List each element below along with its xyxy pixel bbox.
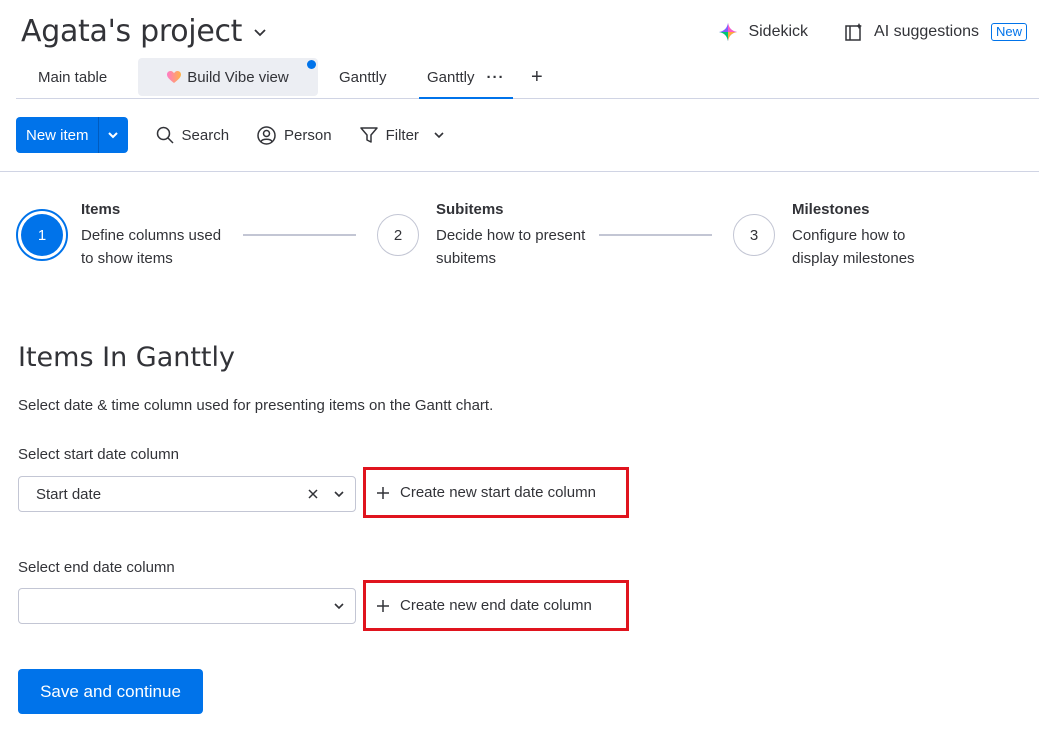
section-description: Select date & time column used for prese… xyxy=(18,397,494,414)
section-title: Items In Ganttly xyxy=(18,342,236,373)
step-number: 2 xyxy=(377,214,419,256)
create-start-date-column-button[interactable]: Create new start date column xyxy=(363,467,629,518)
chevron-down-icon[interactable] xyxy=(333,488,345,500)
project-title-text: Agata's project xyxy=(21,14,243,49)
header-actions: Sidekick AI suggestions New xyxy=(718,22,1027,42)
ai-suggestions-button[interactable]: AI suggestions New xyxy=(844,22,1027,42)
step-description: Decide how to present subitems xyxy=(436,227,586,267)
step-connector xyxy=(599,234,712,236)
project-title[interactable]: Agata's project xyxy=(21,14,268,49)
step-title: Subitems xyxy=(436,201,504,218)
save-label: Save and continue xyxy=(40,681,181,701)
heart-icon xyxy=(167,70,182,84)
create-end-label: Create new end date column xyxy=(400,597,592,614)
tab-label: Ganttly xyxy=(339,68,387,86)
filter-button[interactable]: Filter xyxy=(359,126,445,144)
person-label: Person xyxy=(284,126,332,144)
notification-dot xyxy=(307,60,316,69)
chevron-down-icon[interactable] xyxy=(333,600,345,612)
chevron-down-icon[interactable] xyxy=(433,129,445,141)
start-date-select[interactable]: Start date xyxy=(18,476,356,512)
end-date-label: Select end date column xyxy=(18,559,175,576)
search-label: Search xyxy=(181,126,230,144)
tab-ganttly-active[interactable]: Ganttly ··· xyxy=(419,58,513,99)
filter-label: Filter xyxy=(385,126,419,144)
start-date-label: Select start date column xyxy=(18,446,179,463)
toolbar-divider xyxy=(0,171,1039,172)
search-icon xyxy=(156,126,174,144)
save-and-continue-button[interactable]: Save and continue xyxy=(18,669,203,714)
clear-icon[interactable] xyxy=(307,488,319,500)
tab-ganttly-1[interactable]: Ganttly xyxy=(317,58,409,96)
tab-label: Ganttly xyxy=(427,69,475,86)
create-end-date-column-button[interactable]: Create new end date column xyxy=(363,580,629,631)
tab-main-table[interactable]: Main table xyxy=(16,58,129,96)
toolbar: New item Search Person Filter xyxy=(16,117,445,153)
end-date-select[interactable] xyxy=(18,588,356,624)
search-button[interactable]: Search xyxy=(156,126,230,144)
step-connector xyxy=(243,234,356,236)
step-milestones[interactable]: 3 Milestones Configure how to display mi… xyxy=(733,200,942,270)
more-options-icon[interactable]: ··· xyxy=(487,69,505,86)
step-items[interactable]: 1 Items Define columns used to show item… xyxy=(16,200,231,270)
step-number-active: 1 xyxy=(16,209,68,261)
start-date-value: Start date xyxy=(36,485,102,503)
new-badge: New xyxy=(990,23,1027,41)
filter-icon xyxy=(359,126,378,144)
sidekick-label: Sidekick xyxy=(748,23,809,40)
tab-label: Build Vibe view xyxy=(187,68,289,86)
step-number: 3 xyxy=(733,214,775,256)
new-item-label: New item xyxy=(26,126,89,144)
step-title: Items xyxy=(81,201,121,218)
new-item-button[interactable]: New item xyxy=(16,117,128,153)
new-item-dropdown-icon[interactable] xyxy=(97,117,128,153)
step-description: Configure how to display milestones xyxy=(792,227,915,267)
step-description: Define columns used to show items xyxy=(81,227,222,267)
tab-label: Main table xyxy=(38,68,108,86)
step-title: Milestones xyxy=(792,201,870,218)
person-button[interactable]: Person xyxy=(257,125,332,145)
sidekick-icon xyxy=(718,22,738,42)
tab-build-vibe-view[interactable]: Build Vibe view xyxy=(138,58,318,96)
create-start-label: Create new start date column xyxy=(400,484,596,501)
sidekick-button[interactable]: Sidekick xyxy=(718,22,808,42)
view-tabs: Main table Build Vibe view Ganttly Gantt… xyxy=(16,58,1039,99)
add-view-icon[interactable]: + xyxy=(531,66,543,89)
plus-icon xyxy=(376,599,390,613)
plus-icon xyxy=(376,486,390,500)
step-subitems[interactable]: 2 Subitems Decide how to present subitem… xyxy=(377,200,586,270)
chevron-down-icon[interactable] xyxy=(252,24,268,40)
ai-suggestions-icon xyxy=(844,22,864,42)
ai-suggestions-label: AI suggestions xyxy=(874,23,979,40)
person-icon xyxy=(257,125,276,145)
